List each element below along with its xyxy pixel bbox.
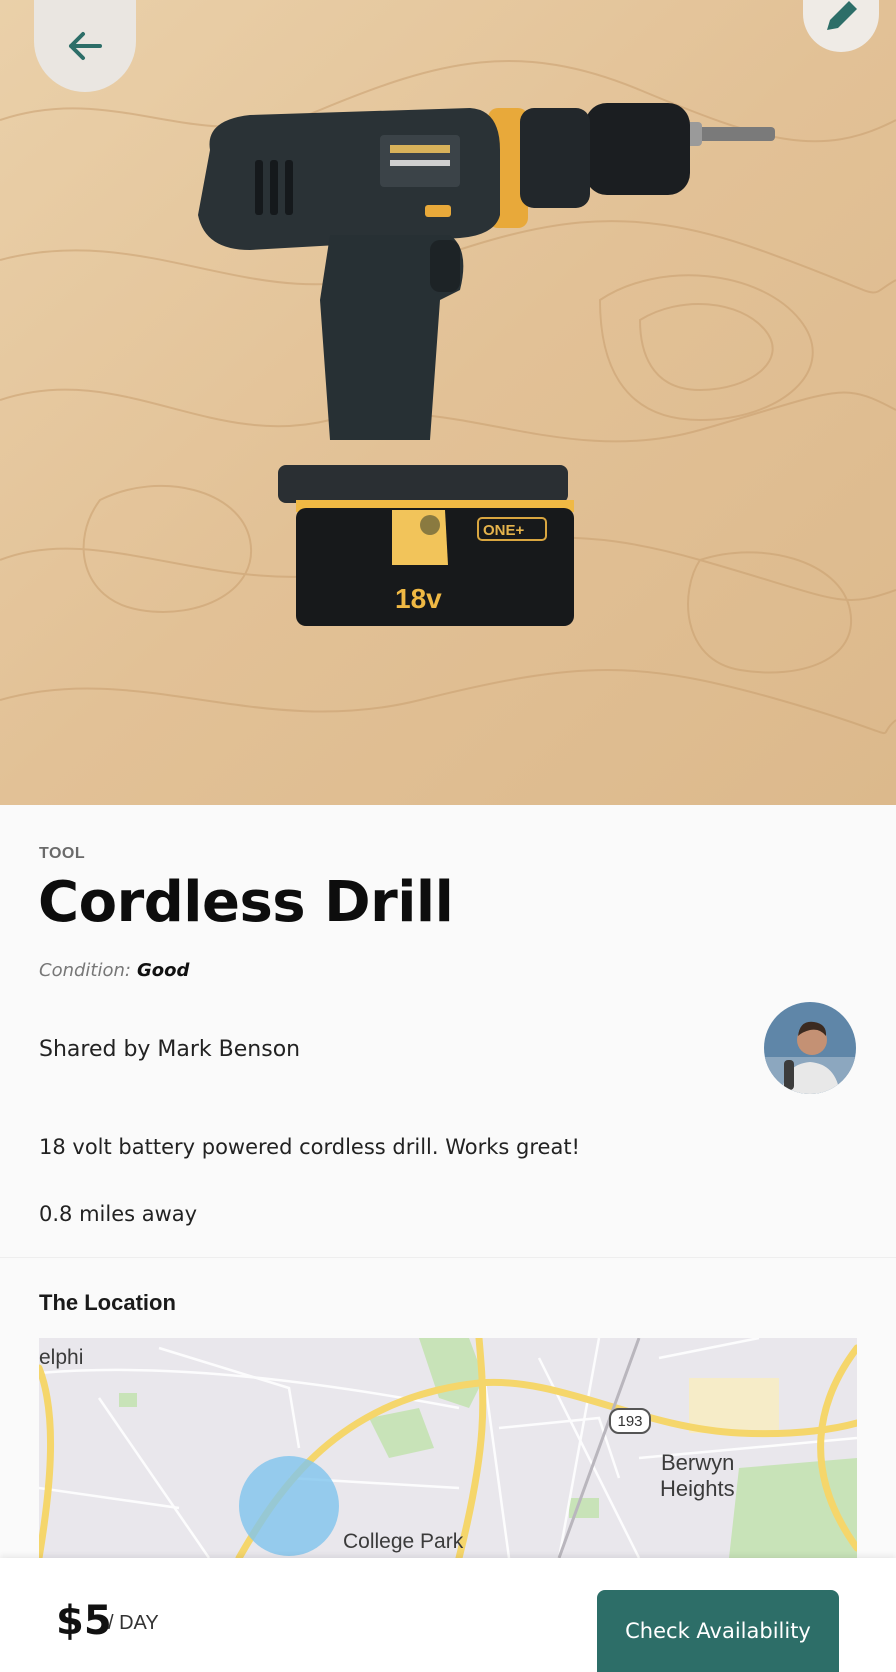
item-condition: Condition: Good xyxy=(39,960,189,981)
map-label-place-3: Heights xyxy=(660,1476,735,1501)
condition-label: Condition: xyxy=(39,960,131,981)
bottom-action-bar: $5 / DAY Check Availability xyxy=(0,1558,896,1672)
item-category: TOOL xyxy=(39,845,86,862)
price-amount: $5 xyxy=(56,1598,112,1644)
owner-avatar[interactable] xyxy=(764,1002,856,1094)
price-unit: / DAY xyxy=(108,1612,159,1634)
avatar-image xyxy=(764,1002,856,1094)
map-label-place-1: elphi xyxy=(39,1346,84,1369)
battery-voltage-text: 18v xyxy=(395,583,442,614)
location-heading: The Location xyxy=(39,1290,176,1315)
check-availability-button[interactable]: Check Availability xyxy=(597,1590,839,1672)
location-map[interactable]: elphi 193 Berwyn Heights College Park xyxy=(39,1338,857,1558)
map-graphic xyxy=(39,1338,857,1558)
location-section: The Location elphi 193 Berwyn Heights Co… xyxy=(0,1258,896,1558)
location-radius-marker xyxy=(239,1456,339,1556)
shared-by-text: Shared by Mark Benson xyxy=(39,1037,301,1062)
drill-photo-illustration: ONE+ 18v xyxy=(0,0,896,805)
battery-brand-text: ONE+ xyxy=(483,522,525,539)
item-photo: ONE+ 18v xyxy=(0,0,896,805)
arrow-left-icon xyxy=(69,32,102,60)
condition-value: Good xyxy=(136,960,190,981)
item-distance: 0.8 miles away xyxy=(39,1202,198,1226)
item-title: Cordless Drill xyxy=(38,870,454,935)
route-shield: 193 xyxy=(609,1408,651,1434)
item-details: TOOL Cordless Drill Condition: Good Share… xyxy=(0,805,896,1258)
map-label-place-4: College Park xyxy=(343,1530,464,1553)
map-label-place-2: Berwyn xyxy=(661,1450,735,1475)
item-description: 18 volt battery powered cordless drill. … xyxy=(39,1135,580,1159)
pencil-icon xyxy=(827,1,857,30)
